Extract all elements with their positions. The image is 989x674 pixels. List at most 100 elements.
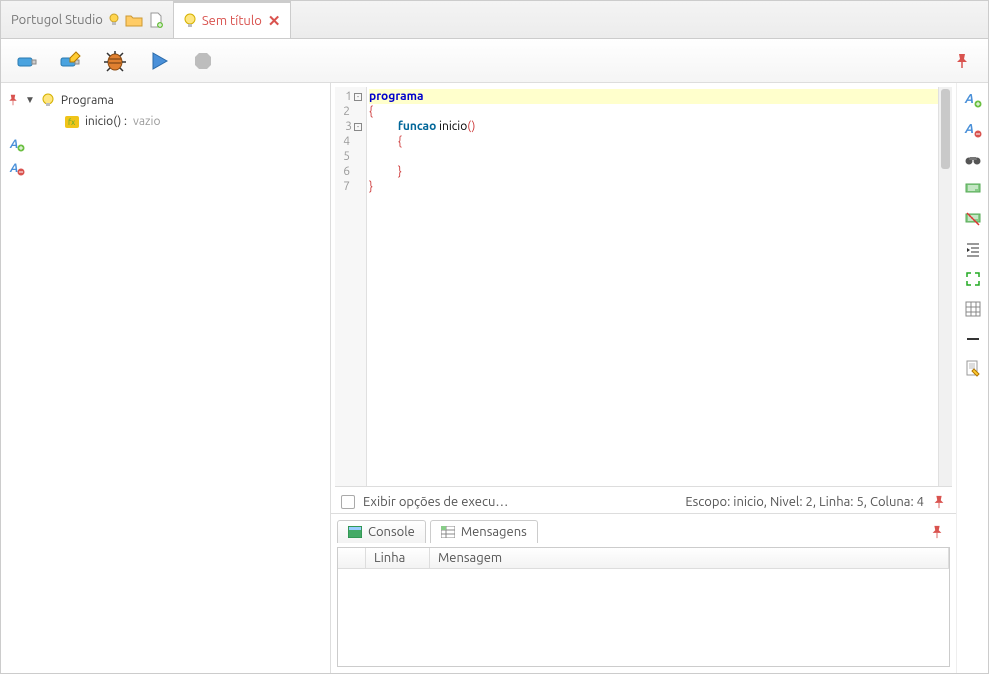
- svg-text:A: A: [964, 92, 974, 106]
- messages-body: [338, 569, 949, 666]
- line-gutter: 1- 2 3- 4 5 6 7: [335, 87, 367, 486]
- pin-icon[interactable]: [932, 495, 946, 509]
- indent-icon: [965, 241, 981, 257]
- line-number: 1: [345, 89, 352, 104]
- tab-messages-label: Mensagens: [461, 525, 527, 539]
- tree-root-label: Programa: [61, 94, 114, 107]
- msg-col-linha[interactable]: Linha: [366, 548, 430, 568]
- search-button[interactable]: [963, 149, 983, 169]
- pin-icon[interactable]: [7, 94, 19, 106]
- messages-header: Linha Mensagem: [338, 548, 949, 569]
- pin-toolbar-button[interactable]: [946, 45, 978, 77]
- stop-button[interactable]: [187, 45, 219, 77]
- code-token: }: [369, 180, 373, 193]
- tree-root-row[interactable]: ▼ Programa: [7, 91, 324, 109]
- binoculars-icon: [965, 151, 981, 167]
- code-token: inicio: [436, 120, 467, 133]
- sidebar: ▼ Programa fx inicio() : vazio A A: [1, 83, 331, 673]
- tab-sem-titulo[interactable]: Sem título ✕: [174, 1, 292, 38]
- code-token: funcao: [398, 120, 436, 133]
- bottom-panel: Console Mensagens Linha: [331, 514, 956, 673]
- center-column: 1- 2 3- 4 5 6 7 programa { funcao inicio(…: [331, 83, 956, 673]
- uncomment-icon: [965, 211, 981, 227]
- tab-console[interactable]: Console: [337, 520, 426, 543]
- lightbulb-icon: [109, 13, 119, 27]
- minimize-marker[interactable]: [963, 329, 983, 349]
- expand-icon: [965, 271, 981, 287]
- line-number: 4: [343, 134, 350, 149]
- code-area[interactable]: programa { funcao inicio() { } }: [367, 87, 952, 486]
- line-number: 7: [343, 179, 350, 194]
- run-button[interactable]: [143, 45, 175, 77]
- msg-col-icon[interactable]: [338, 548, 366, 568]
- pin-icon[interactable]: [930, 525, 944, 539]
- tree-child-type: vazio: [133, 115, 160, 128]
- sidebar-tool-1[interactable]: A: [7, 134, 324, 154]
- font-minus-icon: A: [964, 120, 982, 138]
- code-token: programa: [369, 90, 424, 103]
- font-increase-button[interactable]: A: [963, 89, 983, 109]
- svg-text:fx: fx: [68, 118, 75, 127]
- line-number: 3: [345, 119, 352, 134]
- code-editor[interactable]: 1- 2 3- 4 5 6 7 programa { funcao inicio(…: [335, 87, 952, 487]
- tree-child-row[interactable]: fx inicio() : vazio: [7, 113, 324, 130]
- status-bar: Exibir opções de execu… Escopo: inicio, …: [331, 491, 956, 514]
- right-toolbar: A A: [956, 83, 988, 673]
- scrollbar[interactable]: [938, 87, 952, 486]
- svg-text:A: A: [9, 138, 18, 151]
- new-file-icon[interactable]: [149, 12, 163, 28]
- tab-portugol-studio[interactable]: Portugol Studio: [1, 1, 174, 38]
- close-icon[interactable]: ✕: [268, 12, 281, 30]
- tab-console-label: Console: [368, 525, 415, 539]
- main-area: ▼ Programa fx inicio() : vazio A A 1- 2: [1, 83, 988, 673]
- comment-icon: [965, 181, 981, 197]
- uncomment-button[interactable]: [963, 209, 983, 229]
- chevron-down-icon[interactable]: ▼: [25, 94, 35, 106]
- debug-button[interactable]: [99, 45, 131, 77]
- usb-save-button[interactable]: [11, 45, 43, 77]
- edit-doc-icon: [965, 360, 981, 378]
- pin-icon: [954, 53, 970, 69]
- grid-icon: [965, 301, 981, 317]
- expand-button[interactable]: [963, 269, 983, 289]
- messages-table: Linha Mensagem: [337, 547, 950, 667]
- line-number: 2: [343, 104, 350, 119]
- bottom-tabs: Console Mensagens: [337, 520, 538, 543]
- fold-icon[interactable]: -: [354, 93, 362, 101]
- tabs-row: Portugol Studio Sem título ✕: [1, 1, 988, 39]
- tab-app-label: Portugol Studio: [11, 13, 103, 27]
- font-add-icon: A: [9, 136, 25, 152]
- code-token: {: [369, 105, 373, 118]
- usb-icon: [14, 48, 40, 74]
- code-token: {: [398, 135, 402, 148]
- svg-text:A: A: [964, 122, 974, 136]
- minus-icon: [965, 335, 981, 343]
- tab-messages[interactable]: Mensagens: [430, 520, 538, 543]
- font-remove-icon: A: [9, 160, 25, 176]
- indent-button[interactable]: [963, 239, 983, 259]
- grid-button[interactable]: [963, 299, 983, 319]
- msg-col-mensagem[interactable]: Mensagem: [430, 548, 949, 568]
- comment-button[interactable]: [963, 179, 983, 199]
- exec-options-checkbox[interactable]: [341, 495, 355, 509]
- app-window: Portugol Studio Sem título ✕: [0, 0, 989, 674]
- console-icon: [348, 526, 362, 538]
- fold-icon[interactable]: -: [354, 123, 362, 131]
- play-icon: [148, 50, 170, 72]
- code-token: (): [467, 120, 475, 133]
- usb-saveas-button[interactable]: [55, 45, 87, 77]
- function-icon: fx: [65, 116, 79, 128]
- stop-icon: [192, 50, 214, 72]
- sidebar-tool-2[interactable]: A: [7, 158, 324, 178]
- tree-child-label: inicio() :: [85, 115, 127, 128]
- lightbulb-icon: [41, 93, 55, 107]
- table-icon: [441, 526, 455, 538]
- line-number: 5: [343, 149, 350, 164]
- tab-file-label: Sem título: [202, 14, 262, 28]
- exec-options-label: Exibir opções de execu…: [363, 495, 508, 509]
- font-decrease-button[interactable]: A: [963, 119, 983, 139]
- edit-doc-button[interactable]: [963, 359, 983, 379]
- folder-icon[interactable]: [125, 13, 143, 27]
- svg-text:A: A: [9, 162, 18, 175]
- code-token: }: [398, 165, 402, 178]
